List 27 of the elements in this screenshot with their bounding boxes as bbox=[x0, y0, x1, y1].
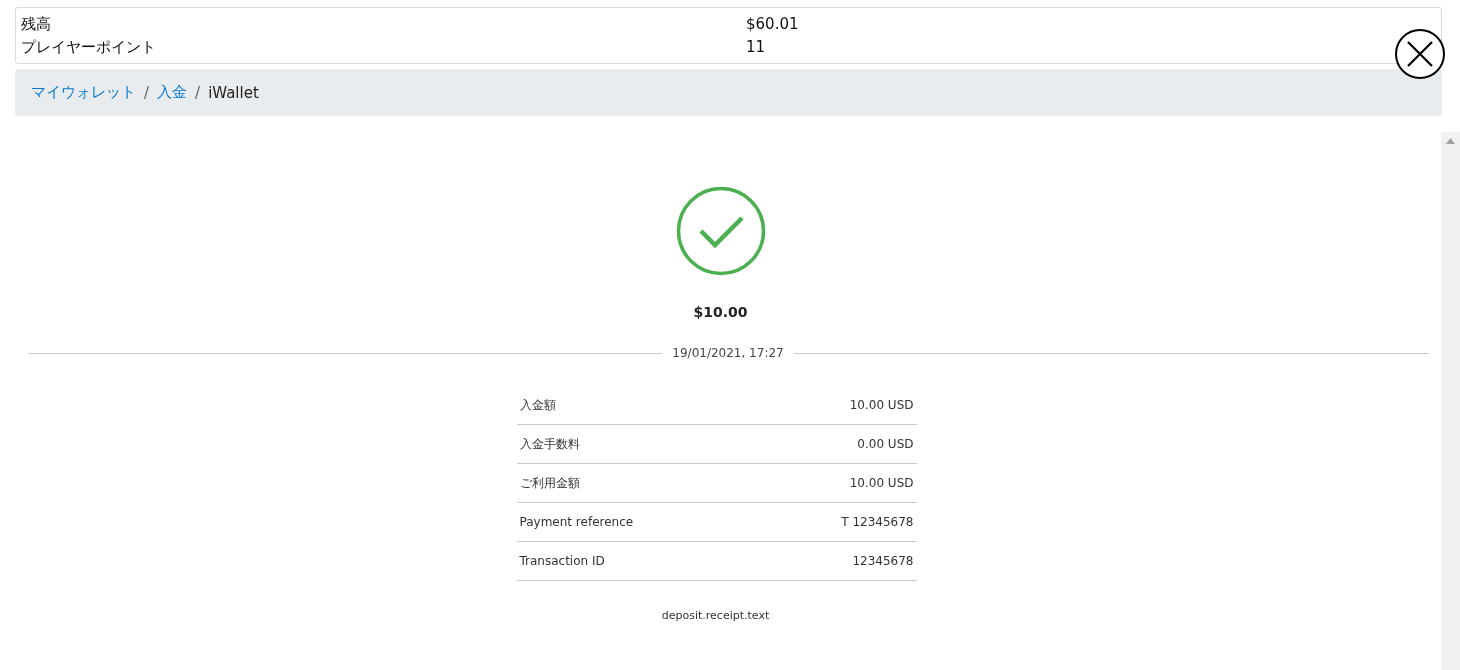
receipt-label: Transaction ID bbox=[519, 554, 605, 568]
deposit-amount: $10.00 bbox=[693, 304, 748, 320]
receipt-label: ご利用金額 bbox=[519, 474, 580, 492]
receipt-value: 10.00 USD bbox=[849, 398, 914, 412]
receipt-footer-text: deposit.receipt.text bbox=[661, 609, 770, 622]
scroll-up-icon bbox=[1446, 138, 1455, 144]
summary-value: 11 bbox=[746, 36, 766, 58]
receipt-value: T 12345678 bbox=[841, 515, 914, 529]
breadcrumb-link[interactable]: 入金 bbox=[157, 83, 188, 102]
receipt-label: 入金額 bbox=[519, 396, 556, 414]
breadcrumb-separator: / bbox=[195, 83, 201, 102]
summary-value: $60.01 bbox=[746, 13, 799, 35]
scrollbar[interactable] bbox=[1441, 132, 1460, 670]
breadcrumb-separator: / bbox=[144, 83, 150, 102]
summary-label: 残高 bbox=[21, 13, 52, 35]
breadcrumb-link[interactable]: マイウォレット bbox=[31, 83, 136, 102]
receipt-value: 10.00 USD bbox=[849, 476, 914, 490]
receipt-label: 入金手数料 bbox=[519, 435, 580, 453]
receipt-label: Payment reference bbox=[519, 515, 634, 529]
close-button[interactable] bbox=[1395, 29, 1445, 79]
receipt-value: 12345678 bbox=[852, 554, 914, 568]
receipt-value: 0.00 USD bbox=[857, 437, 914, 451]
transaction-date: 19/01/2021, 17:27 bbox=[672, 346, 784, 360]
success-check-icon bbox=[675, 186, 766, 276]
summary-label: プレイヤーポイント bbox=[21, 36, 157, 58]
close-icon bbox=[1405, 39, 1435, 69]
breadcrumb-current: iWallet bbox=[208, 83, 259, 102]
